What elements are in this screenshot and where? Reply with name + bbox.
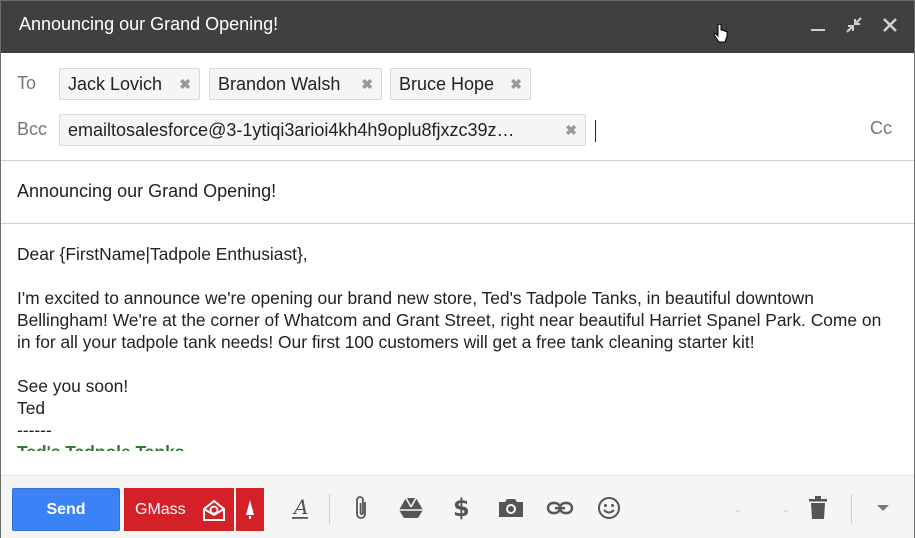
gmass-settings-button[interactable] [236, 488, 264, 531]
compose-title: Announcing our Grand Opening! [19, 14, 279, 34]
trash-icon[interactable] [803, 493, 833, 523]
gmass-logo-icon [203, 499, 225, 521]
formatting-icon[interactable]: A [285, 493, 315, 523]
subject-field[interactable]: Announcing our Grand Opening! [17, 181, 276, 202]
toolbar-separator [851, 494, 852, 524]
text-caret [595, 120, 596, 142]
recipient-name: Jack Lovich [68, 74, 163, 94]
more-options-icon[interactable] [868, 493, 898, 523]
hand-cursor-icon [713, 23, 728, 43]
send-button[interactable]: Send [12, 488, 120, 531]
photo-icon[interactable] [496, 493, 526, 523]
recipient-name: Brandon Walsh [218, 74, 341, 94]
attach-icon[interactable] [347, 493, 377, 523]
subject-divider [1, 223, 914, 224]
signature-brand: Ted's Tadpole Tanks [17, 441, 897, 451]
recipient-name: Bruce Hope [399, 74, 495, 94]
to-label[interactable]: To [17, 73, 36, 94]
recipients-divider [1, 160, 914, 161]
gmass-button[interactable]: GMass [124, 488, 234, 531]
bcc-row: Bcc emailtosalesforce@3-1ytiqi3arioi4kh4… [1, 107, 914, 157]
recipient-chip[interactable]: Bruce Hope ✖ [390, 68, 531, 100]
money-icon[interactable]: $ [446, 493, 476, 523]
compose-window: Announcing our Grand Opening! To Jack Lo… [0, 0, 915, 538]
greeting-text: Dear {FirstName|Tadpole Enthusiast}, [17, 244, 308, 264]
cc-link[interactable]: Cc [870, 118, 892, 139]
recipient-chip[interactable]: Brandon Walsh ✖ [209, 68, 382, 100]
remove-recipient-icon[interactable]: ✖ [361, 69, 373, 99]
compose-toolbar: Send GMass A $ - - [1, 475, 914, 538]
svg-text:$: $ [453, 494, 470, 522]
bcc-label[interactable]: Bcc [17, 119, 47, 140]
recipient-chip[interactable]: Jack Lovich ✖ [59, 68, 200, 100]
toolbar-dot: - [784, 506, 788, 517]
to-row: To Jack Lovich ✖ Brandon Walsh ✖ Bruce H… [1, 61, 914, 109]
emoji-icon[interactable] [594, 493, 624, 523]
signature-separator: ------ [17, 420, 52, 440]
drive-icon[interactable] [396, 493, 426, 523]
recipient-chip[interactable]: emailtosalesforce@3-1ytiqi3arioi4kh4h9op… [59, 114, 586, 146]
toolbar-dot: - [736, 506, 740, 517]
closing-text: See you soon! [17, 376, 129, 396]
shrink-icon[interactable] [843, 14, 865, 36]
minimize-icon[interactable] [807, 14, 829, 36]
gmass-label: GMass [135, 501, 186, 518]
svg-text:A: A [292, 495, 308, 519]
toolbar-separator [329, 494, 330, 524]
link-icon[interactable] [545, 493, 575, 523]
remove-recipient-icon[interactable]: ✖ [510, 69, 522, 99]
gmass-settings-icon [246, 500, 254, 519]
remove-recipient-icon[interactable]: ✖ [565, 115, 577, 145]
sender-name: Ted [17, 398, 46, 418]
compose-title-bar[interactable]: Announcing our Grand Opening! [1, 1, 914, 53]
message-body[interactable]: Dear {FirstName|Tadpole Enthusiast}, I'm… [17, 243, 897, 451]
close-icon[interactable] [879, 14, 901, 36]
remove-recipient-icon[interactable]: ✖ [179, 69, 191, 99]
body-paragraph: I'm excited to announce we're opening ou… [17, 288, 882, 352]
recipient-name: emailtosalesforce@3-1ytiqi3arioi4kh4h9op… [68, 120, 515, 140]
